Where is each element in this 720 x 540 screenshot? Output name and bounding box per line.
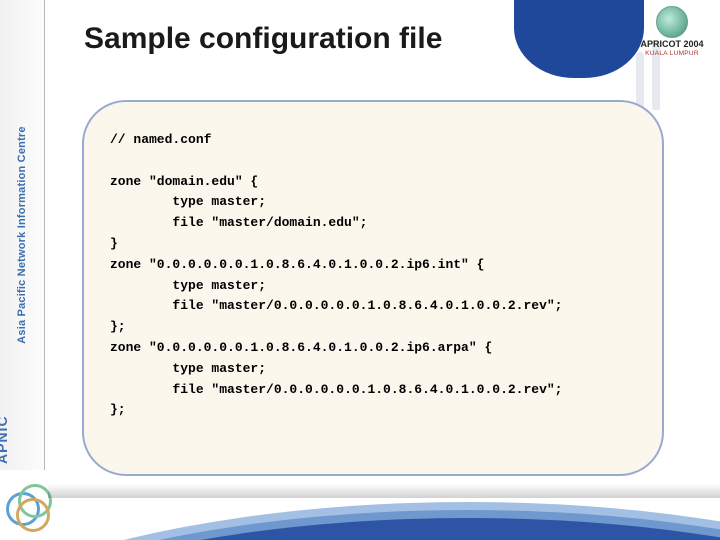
conference-badge: APRICOT 2004 KUALA LUMPUR — [630, 6, 714, 57]
code-box: // named.conf zone "domain.edu" { type m… — [82, 100, 664, 476]
code-content: // named.conf zone "domain.edu" { type m… — [110, 130, 638, 421]
sidebar-logo-label: APNIC — [0, 415, 10, 464]
slide: Asia Pacific Network Information Centre … — [0, 0, 720, 540]
sidebar: Asia Pacific Network Information Centre — [0, 0, 45, 470]
globe-icon — [656, 6, 688, 38]
badge-title: APRICOT 2004 — [630, 40, 714, 50]
decorative-bottom-curve — [48, 494, 720, 540]
slide-title: Sample configuration file — [84, 22, 442, 56]
sidebar-org-text: Asia Pacific Network Information Centre — [16, 126, 28, 343]
badge-subtitle: KUALA LUMPUR — [630, 50, 714, 57]
apnic-logo-icon — [6, 484, 50, 528]
